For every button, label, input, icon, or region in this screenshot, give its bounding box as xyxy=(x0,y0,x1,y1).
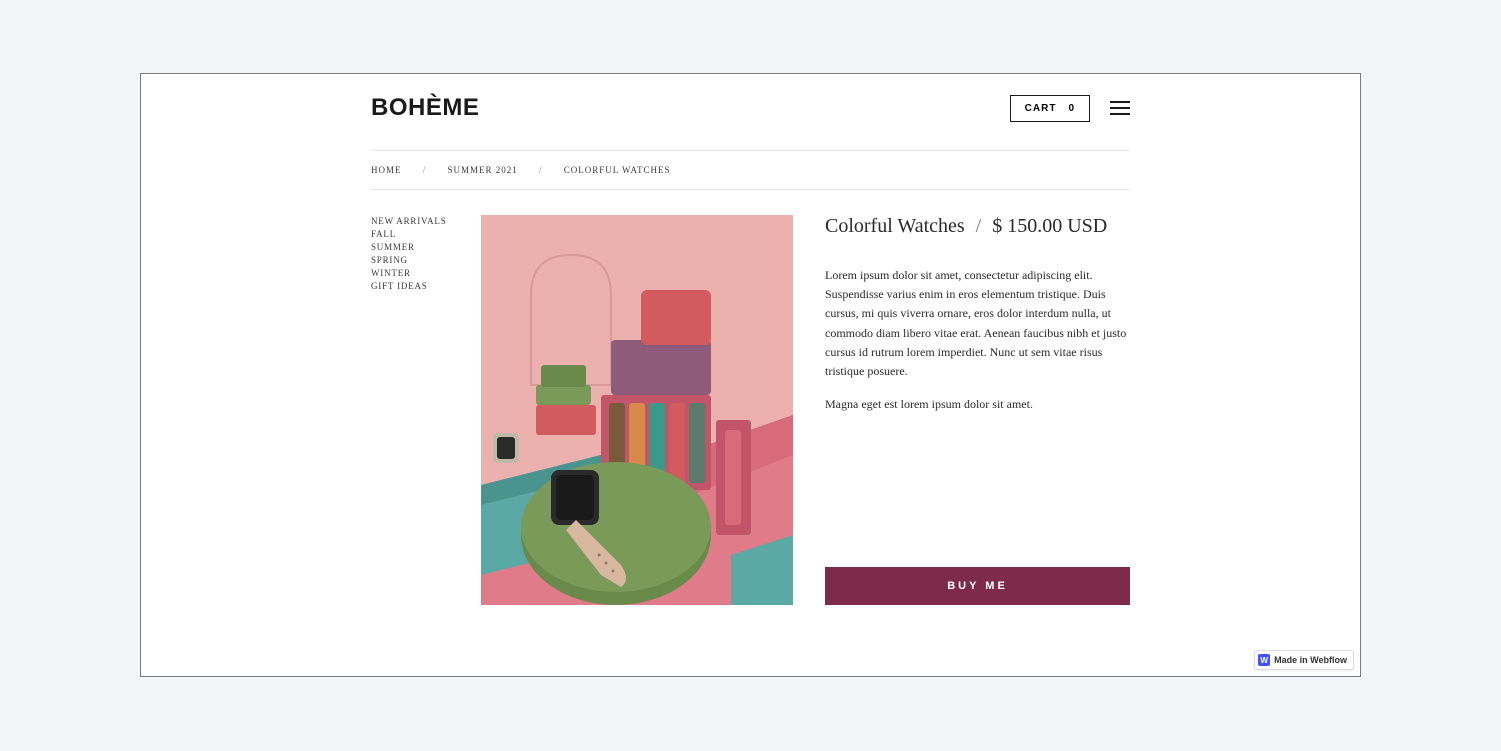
site-logo[interactable]: BOHÈME xyxy=(371,94,479,122)
cart-button[interactable]: CART 0 xyxy=(1010,95,1090,122)
breadcrumb-separator: / xyxy=(423,165,427,175)
buy-button[interactable]: BUY ME xyxy=(825,567,1130,605)
product-image xyxy=(481,215,793,605)
title-separator: / xyxy=(976,215,982,237)
product-price: $ 150.00 USD xyxy=(992,215,1107,237)
sidebar-item-fall[interactable]: FALL xyxy=(371,228,481,241)
sidebar-item-gift-ideas[interactable]: GIFT IDEAS xyxy=(371,280,481,293)
breadcrumb: HOME / SUMMER 2021 / COLORFUL WATCHES xyxy=(371,150,1130,190)
menu-icon[interactable] xyxy=(1110,101,1130,115)
product-info: Colorful Watches / $ 150.00 USD Lorem ip… xyxy=(793,215,1130,605)
breadcrumb-separator: / xyxy=(539,165,543,175)
sidebar-item-winter[interactable]: WINTER xyxy=(371,267,481,280)
sidebar-item-summer[interactable]: SUMMER xyxy=(371,241,481,254)
app-window: BOHÈME CART 0 HOME / SUMMER 2021 / COLOR… xyxy=(140,73,1361,677)
webflow-icon: W xyxy=(1258,654,1270,666)
main-content: NEW ARRIVALS FALL SUMMER SPRING WINTER G… xyxy=(141,190,1360,605)
product-title: Colorful Watches xyxy=(825,215,965,237)
product-title-row: Colorful Watches / $ 150.00 USD xyxy=(825,215,1130,238)
description-paragraph: Lorem ipsum dolor sit amet, consectetur … xyxy=(825,266,1130,381)
webflow-badge[interactable]: W Made in Webflow xyxy=(1254,650,1354,670)
breadcrumb-category[interactable]: SUMMER 2021 xyxy=(448,165,518,175)
sidebar-item-new-arrivals[interactable]: NEW ARRIVALS xyxy=(371,215,481,228)
cart-count: 0 xyxy=(1068,103,1075,114)
cart-label: CART xyxy=(1025,103,1057,114)
product-description: Lorem ipsum dolor sit amet, consectetur … xyxy=(825,266,1130,428)
sidebar-item-spring[interactable]: SPRING xyxy=(371,254,481,267)
breadcrumb-current: COLORFUL WATCHES xyxy=(564,165,671,175)
description-paragraph: Magna eget est lorem ipsum dolor sit ame… xyxy=(825,395,1130,414)
webflow-badge-text: Made in Webflow xyxy=(1274,655,1347,665)
breadcrumb-home[interactable]: HOME xyxy=(371,165,402,175)
header-actions: CART 0 xyxy=(1010,95,1130,122)
category-sidebar: NEW ARRIVALS FALL SUMMER SPRING WINTER G… xyxy=(371,215,481,605)
header: BOHÈME CART 0 xyxy=(141,74,1360,122)
